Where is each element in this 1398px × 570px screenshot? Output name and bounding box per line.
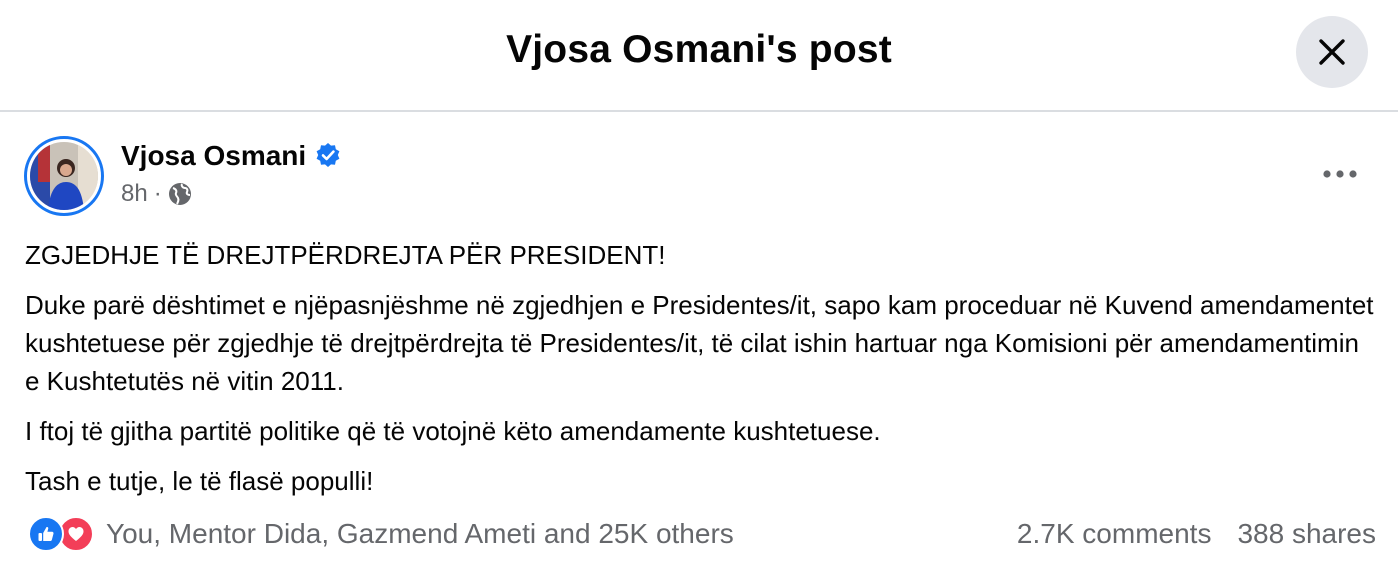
shares-count[interactable]: 388 shares bbox=[1237, 518, 1376, 550]
post-paragraph: Tash e tutje, le të flasë populli! bbox=[25, 466, 374, 496]
reactors-text[interactable]: You, Mentor Dida, Gazmend Ameti and 25K … bbox=[106, 518, 734, 550]
meta-separator: · bbox=[153, 180, 162, 207]
dialog-title: Vjosa Osmani's post bbox=[506, 28, 892, 71]
reactions-summary[interactable] bbox=[28, 516, 94, 552]
post-paragraph: ZGJEDHJE TË DREJTPËRDREJTA PËR PRESIDENT… bbox=[25, 240, 666, 270]
post-paragraph: I ftoj të gjitha partitë politike që të … bbox=[25, 416, 881, 446]
avatar[interactable] bbox=[24, 136, 104, 216]
close-button[interactable] bbox=[1296, 16, 1368, 88]
author-name[interactable]: Vjosa Osmani bbox=[121, 140, 306, 172]
verified-badge-icon bbox=[316, 143, 340, 167]
post-dialog: Vjosa Osmani's post Vjosa Osmani 8h · ZG… bbox=[0, 0, 1398, 570]
close-icon bbox=[1319, 39, 1345, 65]
engagement-counts: 2.7K comments 388 shares bbox=[1017, 518, 1376, 550]
more-options-icon bbox=[1323, 170, 1357, 178]
like-reaction-icon bbox=[28, 516, 64, 552]
post-text: ZGJEDHJE TË DREJTPËRDREJTA PËR PRESIDENT… bbox=[25, 236, 1375, 512]
comments-count[interactable]: 2.7K comments bbox=[1017, 518, 1212, 550]
post-paragraph: Duke parë dështimet e njëpasnjëshme në z… bbox=[25, 290, 1374, 396]
more-options-button[interactable] bbox=[1318, 156, 1362, 192]
globe-icon bbox=[168, 183, 191, 205]
avatar-photo bbox=[30, 142, 98, 210]
post-header: Vjosa Osmani 8h · bbox=[24, 136, 1374, 218]
post-meta: 8h · bbox=[121, 180, 192, 208]
dialog-header: Vjosa Osmani's post bbox=[0, 0, 1398, 112]
post-timestamp[interactable]: 8h bbox=[121, 180, 148, 208]
post-footer: You, Mentor Dida, Gazmend Ameti and 25K … bbox=[28, 512, 1376, 556]
